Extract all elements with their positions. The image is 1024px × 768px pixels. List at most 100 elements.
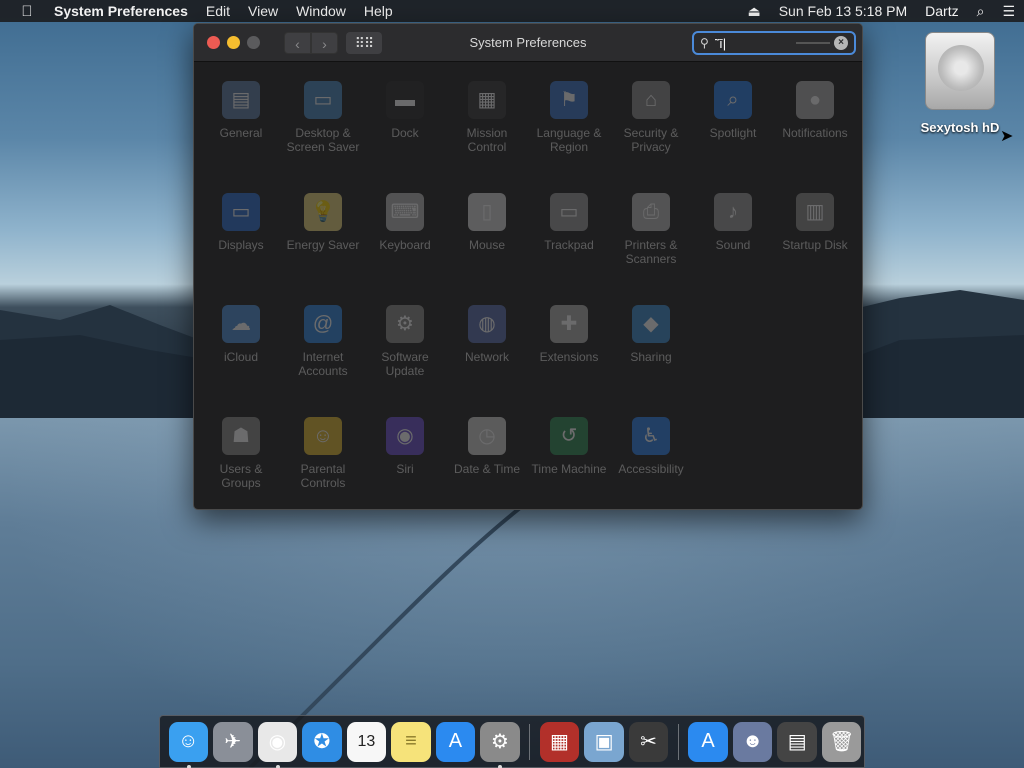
pref-pane-label: Trackpad: [544, 238, 594, 252]
pref-pane-siri[interactable]: ◉ Siri: [364, 417, 446, 490]
pref-pane-label: Extensions: [539, 350, 599, 364]
sound-icon: ♪: [714, 193, 752, 231]
calendar-icon[interactable]: 13: [346, 721, 387, 762]
running-indicator: [275, 764, 280, 768]
trash-icon[interactable]: 🗑: [821, 721, 862, 762]
icloud-icon: ☁: [222, 305, 260, 343]
pref-pane-notifications[interactable]: ● Notifications: [774, 81, 856, 154]
screenshot-stack-icon[interactable]: ▤: [777, 721, 817, 762]
pane-row: ▭ Displays 💡 Energy Saver ⌨ Keyboard ▯ Mouse ▭ Tr…: [200, 193, 856, 266]
accessibility-icon: ♿: [632, 417, 670, 455]
show-all-grid-button[interactable]: ⠿⠿: [346, 31, 382, 54]
hard-drive-icon[interactable]: [925, 32, 995, 110]
dock: ☺ ✈ ◉ ✪ 13 ≡ A ⚙ ▦ ▣ ✂ A ☻ ▤ 🗑: [159, 715, 865, 768]
pref-pane-energy-saver[interactable]: 💡 Energy Saver: [282, 193, 364, 266]
pref-pane-printers-scanners[interactable]: ⎙ Printers & Scanners: [610, 193, 692, 266]
pref-pane-accessibility[interactable]: ♿ Accessibility: [610, 417, 692, 490]
preview-icon[interactable]: ▣: [584, 721, 624, 762]
notification-center-icon[interactable]: ☰: [993, 3, 1024, 20]
pref-pane-network[interactable]: ◍ Network: [446, 305, 528, 378]
apple-menu-icon[interactable]: : [0, 3, 54, 20]
app-store-icon[interactable]: A: [435, 721, 476, 762]
pref-pane-label: Sound: [715, 238, 751, 252]
mouse-pointer-icon: ➤: [1000, 128, 1014, 145]
pref-pane-keyboard[interactable]: ⌨ Keyboard: [364, 193, 446, 266]
pref-pane-label: Mission Control: [466, 126, 508, 154]
menu-window[interactable]: Window: [287, 0, 355, 22]
menu-app-name[interactable]: System Preferences: [54, 0, 197, 22]
pref-pane-general[interactable]: ▤ General: [200, 81, 282, 154]
pref-pane-icloud[interactable]: ☁ iCloud: [200, 305, 282, 378]
menu-view[interactable]: View: [239, 0, 287, 22]
nav-buttons: ‹ ›: [284, 31, 338, 54]
chrome-icon[interactable]: ◉: [257, 721, 298, 768]
menu-help[interactable]: Help: [355, 0, 402, 22]
system-preferences-icon[interactable]: ⚙: [480, 721, 520, 768]
pref-pane-label: General: [219, 126, 263, 140]
disk-label[interactable]: Sexytosh hD: [910, 120, 1010, 135]
pref-pane-date-time[interactable]: ◷ Date & Time: [446, 417, 528, 490]
launchpad-icon[interactable]: ✈: [213, 721, 253, 762]
forward-button[interactable]: ›: [311, 31, 338, 54]
photo-booth-icon[interactable]: ▦: [539, 721, 580, 762]
spotlight-search-icon[interactable]: ⌕: [968, 3, 994, 20]
pref-pane-label: Mouse: [468, 238, 506, 252]
pref-pane-displays[interactable]: ▭ Displays: [200, 193, 282, 266]
pane-row: ☁ iCloud @ Internet Accounts ⚙ Software Updat…: [200, 305, 692, 378]
language-region-icon: ⚑: [550, 81, 588, 119]
pref-pane-label: Keyboard: [379, 238, 431, 252]
clear-search-button[interactable]: ×: [834, 36, 848, 50]
pane-row: ▤ General ▭ Desktop & Screen Saver ▬ Dock ▦ Mis…: [200, 81, 856, 154]
search-field[interactable]: ⚲ ×: [692, 31, 856, 55]
menu-edit[interactable]: Edit: [197, 0, 239, 22]
eject-icon[interactable]: ⏏: [738, 3, 769, 20]
minimize-window-button[interactable]: [227, 36, 240, 49]
network-icon: ◍: [468, 305, 506, 343]
energy-saver-icon: 💡: [304, 193, 342, 231]
pref-pane-parental-controls[interactable]: ☺ Parental Controls: [282, 417, 364, 490]
script-editor-icon[interactable]: ✂: [628, 721, 669, 762]
pref-pane-label: Notifications: [782, 126, 848, 140]
pref-pane-language-region[interactable]: ⚑ Language & Region: [528, 81, 610, 154]
pref-pane-security-privacy[interactable]: ⌂ Security & Privacy: [610, 81, 692, 154]
extensions-icon: ✚: [550, 305, 588, 343]
pref-pane-internet-accounts[interactable]: @ Internet Accounts: [282, 305, 364, 378]
menu-bar:  System Preferences Edit View Window He…: [0, 0, 1024, 22]
desktop-screensaver-icon: ▭: [304, 81, 342, 119]
pref-pane-startup-disk[interactable]: ▥ Startup Disk: [774, 193, 856, 266]
notes-icon[interactable]: ≡: [391, 721, 431, 762]
pref-pane-label: Parental Controls: [300, 462, 346, 490]
search-input[interactable]: [714, 35, 796, 51]
pref-pane-desktop-screensaver[interactable]: ▭ Desktop & Screen Saver: [282, 81, 364, 154]
pref-pane-spotlight[interactable]: ⌕ Spotlight: [692, 81, 774, 154]
mission-control-icon: ▦: [468, 81, 506, 119]
safari-icon[interactable]: ✪: [302, 721, 342, 762]
pref-pane-time-machine[interactable]: ↺ Time Machine: [528, 417, 610, 490]
anime-app-icon[interactable]: ☻: [732, 721, 773, 762]
pref-pane-label: Displays: [218, 238, 264, 252]
pref-pane-sound[interactable]: ♪ Sound: [692, 193, 774, 266]
pref-pane-dock[interactable]: ▬ Dock: [364, 81, 446, 154]
pref-pane-mission-control[interactable]: ▦ Mission Control: [446, 81, 528, 154]
app-store-download-icon[interactable]: A: [688, 721, 728, 762]
magnifier-icon: ⚲: [700, 36, 709, 50]
pref-pane-sharing[interactable]: ◆ Sharing: [610, 305, 692, 378]
finder-icon[interactable]: ☺: [168, 721, 209, 768]
dock-separator: [529, 723, 531, 760]
close-window-button[interactable]: [207, 36, 220, 49]
pref-pane-extensions[interactable]: ✚ Extensions: [528, 305, 610, 378]
traffic-lights: [207, 36, 260, 49]
pref-pane-label: Startup Disk: [782, 238, 848, 252]
pref-pane-mouse[interactable]: ▯ Mouse: [446, 193, 528, 266]
desktop-disk[interactable]: Sexytosh hD: [910, 32, 1010, 135]
pref-pane-software-update[interactable]: ⚙ Software Update: [364, 305, 446, 378]
window-titlebar[interactable]: ‹ › ⠿⠿ System Preferences ⚲ ×: [194, 24, 862, 62]
menu-user[interactable]: Dartz: [916, 3, 967, 19]
general-icon: ▤: [222, 81, 260, 119]
back-button[interactable]: ‹: [284, 31, 311, 54]
startup-disk-icon: ▥: [796, 193, 834, 231]
pref-pane-users-groups[interactable]: ☗ Users & Groups: [200, 417, 282, 490]
zoom-window-button[interactable]: [247, 36, 260, 49]
menu-datetime[interactable]: Sun Feb 13 5:18 PM: [770, 3, 916, 19]
pref-pane-trackpad[interactable]: ▭ Trackpad: [528, 193, 610, 266]
